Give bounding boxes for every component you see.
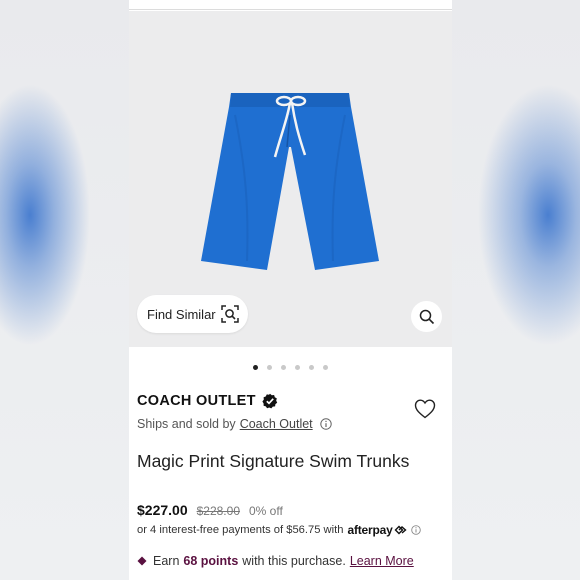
diamond-icon <box>137 556 147 566</box>
visual-search-icon <box>221 305 239 323</box>
product-image-swim-trunks <box>201 93 379 270</box>
installments-text: or 4 interest-free payments of $56.75 wi… <box>137 524 344 536</box>
afterpay-logo[interactable]: afterpay <box>347 523 392 537</box>
brand-name[interactable]: COACH OUTLET <box>137 393 256 409</box>
learn-more-link[interactable]: Learn More <box>350 554 414 568</box>
seller-link[interactable]: Coach Outlet <box>240 417 313 431</box>
afterpay-icon <box>394 525 407 535</box>
rewards-row: Earn 68 points with this purchase. Learn… <box>137 554 414 568</box>
info-icon[interactable] <box>319 418 332 430</box>
carousel-dot[interactable] <box>253 365 258 370</box>
carousel-dot[interactable] <box>323 365 328 370</box>
product-page: Find Similar COACH OUTLET Ships and sold… <box>129 0 452 580</box>
carousel-dots <box>253 365 328 370</box>
heart-icon[interactable] <box>414 399 436 419</box>
product-image-carousel[interactable]: Find Similar <box>129 11 452 347</box>
original-price: $228.00 <box>196 504 240 518</box>
current-price: $227.00 <box>137 502 188 518</box>
zoom-icon <box>419 309 434 324</box>
seller-info: Ships and sold by Coach Outlet <box>137 417 332 431</box>
rewards-prefix: Earn <box>153 554 180 568</box>
installments-info: or 4 interest-free payments of $56.75 wi… <box>137 523 421 537</box>
carousel-dot[interactable] <box>309 365 314 370</box>
find-similar-label: Find Similar <box>147 306 216 322</box>
discount-label: 0% off <box>249 504 283 518</box>
carousel-dot[interactable] <box>295 365 300 370</box>
verified-badge-icon <box>262 393 277 409</box>
carousel-dot[interactable] <box>281 365 286 370</box>
find-similar-button[interactable]: Find Similar <box>137 295 248 333</box>
top-bar <box>129 0 452 10</box>
info-icon[interactable] <box>410 525 421 535</box>
carousel-dot[interactable] <box>267 365 272 370</box>
zoom-button[interactable] <box>411 301 442 332</box>
rewards-suffix: with this purchase. <box>242 554 346 568</box>
ships-label: Ships and sold by <box>137 417 236 431</box>
product-title: Magic Print Signature Swim Trunks <box>137 451 410 471</box>
price-row: $227.00 $228.00 0% off <box>137 502 283 518</box>
brand-row: COACH OUTLET <box>137 393 278 409</box>
rewards-points: 68 points <box>183 554 239 568</box>
